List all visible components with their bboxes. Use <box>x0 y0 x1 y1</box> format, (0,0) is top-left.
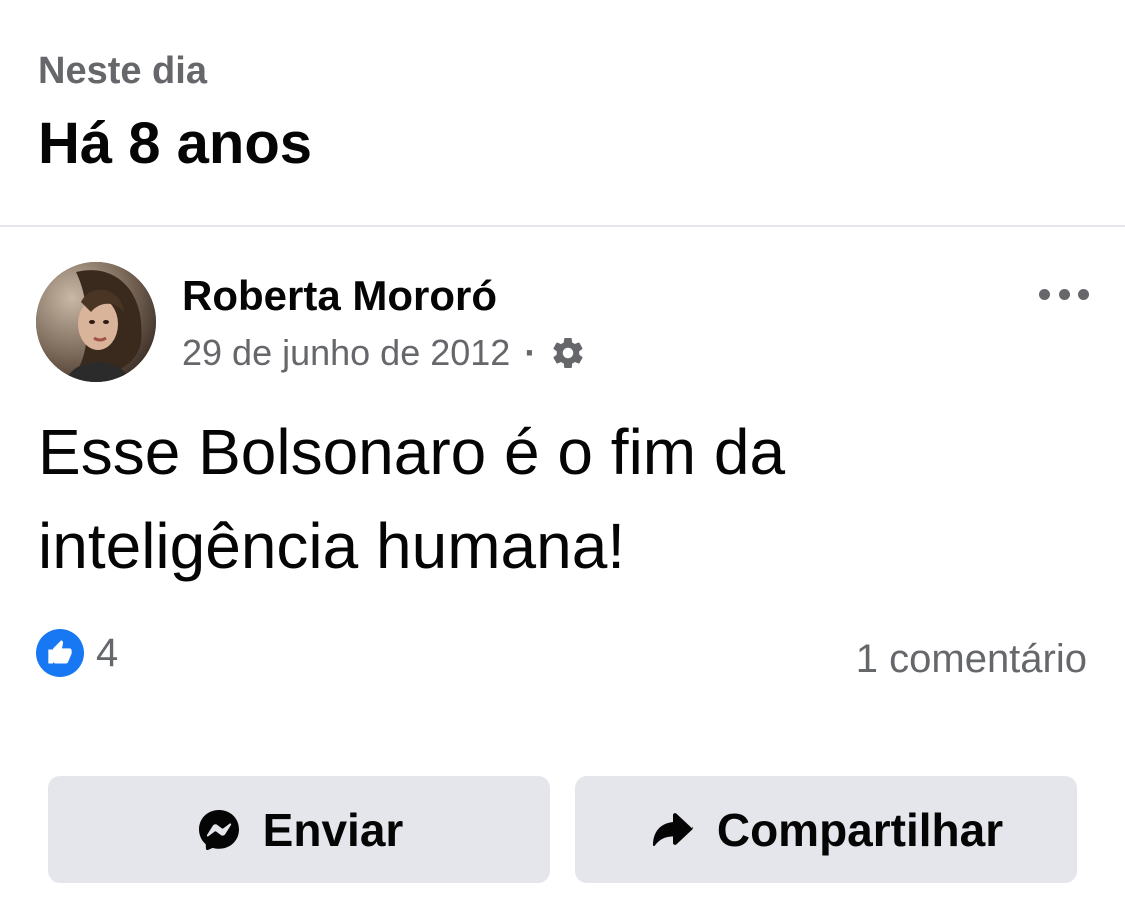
header-subtitle: Neste dia <box>38 50 207 92</box>
like-count: 4 <box>96 630 119 675</box>
send-label: Enviar <box>262 803 404 856</box>
more-dot <box>1039 288 1050 300</box>
meta-separator: · <box>524 332 537 373</box>
post-card: Roberta Mororó 29 de junho de 2012 · Ess… <box>0 227 1125 900</box>
post-date[interactable]: 29 de junho de 2012 <box>182 332 510 374</box>
more-dot <box>1058 288 1070 300</box>
avatar[interactable] <box>36 262 156 382</box>
more-options-icon[interactable] <box>1039 279 1089 309</box>
post-meta: 29 de junho de 2012 · <box>182 332 586 374</box>
messenger-icon <box>198 809 239 850</box>
share-label: Compartilhar <box>716 803 1004 856</box>
like-icon <box>36 629 84 677</box>
gear-icon[interactable] <box>550 335 586 371</box>
author-name[interactable]: Roberta Mororó <box>182 272 497 320</box>
memories-header: Neste dia Há 8 anos <box>38 0 1087 225</box>
comments-count[interactable]: 1 comentário <box>856 637 1087 682</box>
more-dot <box>1078 288 1089 300</box>
reactions-summary[interactable]: 4 <box>36 629 118 677</box>
post-text: Esse Bolsonaro é o fim da inteligência h… <box>38 416 786 582</box>
share-arrow-icon <box>652 812 693 846</box>
share-button[interactable]: Compartilhar <box>575 776 1077 883</box>
send-button[interactable]: Enviar <box>48 776 550 883</box>
avatar-photo <box>36 262 156 382</box>
header-title: Há 8 anos <box>38 111 312 176</box>
